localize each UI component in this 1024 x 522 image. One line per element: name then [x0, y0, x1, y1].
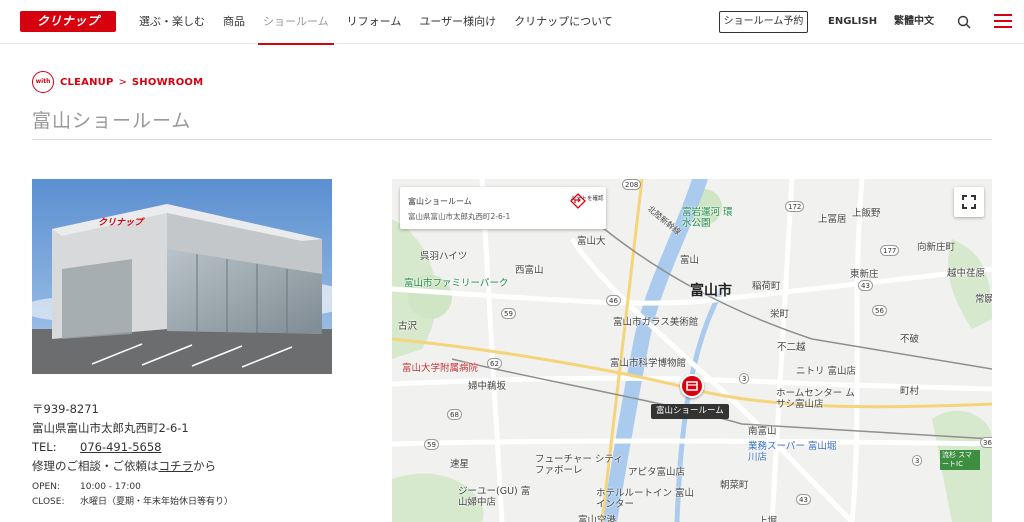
- open-value: 10:00 - 17:00: [80, 482, 141, 492]
- map-label-toyama-dai: 富山大: [577, 236, 606, 247]
- consult-suffix: から: [193, 459, 216, 473]
- map-label-univ-hospital: 富山大学附属病院: [402, 363, 479, 374]
- nav-item-choose[interactable]: 選ぶ・楽しむ: [130, 0, 214, 44]
- consult-text: 修理のご相談・ご依頼は: [32, 459, 159, 473]
- map-card-address: 富山県富山市太郎丸西町2-6-1: [408, 212, 511, 221]
- cleanup-logo[interactable]: クリナップ: [20, 11, 116, 32]
- map-label-science-museum: 富山市科学博物館: [610, 358, 687, 369]
- google-map[interactable]: 富山市 富山大 西富山 呉羽ハイツ 富山市ファミリーパーク 古沢 富山市ガラス美…: [392, 179, 992, 522]
- map-label-asanamachi: 朝菜町: [720, 480, 749, 491]
- open-label: OPEN:: [32, 482, 60, 492]
- map-label-etchu-ebara: 越中荏原: [947, 268, 986, 279]
- fullscreen-icon[interactable]: [954, 187, 984, 217]
- directions-icon: [570, 193, 586, 209]
- map-label-furusawa: 古沢: [398, 321, 418, 332]
- map-label-nishi-toyama: 西富山: [515, 265, 544, 276]
- map-label-apita: アピタ富山店: [628, 467, 686, 478]
- map-label-toyama-airport: 富山空港: [578, 515, 617, 522]
- breadcrumb: with CLEANUP > SHOWROOM: [32, 71, 203, 93]
- nav-item-reform[interactable]: リフォーム: [338, 0, 411, 44]
- with-badge-icon: with: [32, 71, 54, 93]
- map-label-sakaemachi: 栄町: [770, 309, 790, 320]
- map-label-higashi-shinjo: 東新庄: [850, 269, 879, 280]
- map-label-kami-tomii: 上冨居: [818, 214, 847, 225]
- tel-link[interactable]: 076-491-5658: [80, 440, 161, 454]
- map-label-fuchu-usaka: 婦中鵜坂: [468, 381, 507, 392]
- map-label-mukai-shinjo: 向新庄町: [917, 242, 956, 253]
- close-label: CLOSE:: [32, 497, 65, 507]
- map-label-machimura: 町村: [900, 386, 920, 397]
- svg-text:クリナップ: クリナップ: [98, 217, 145, 227]
- map-route-button[interactable]: ルートを確認: [570, 193, 604, 209]
- map-label-kansui-park: 富岩運河 環水公園: [682, 207, 733, 229]
- site-header: クリナップ 選ぶ・楽しむ 商品 ショールーム リフォーム ユーザー様向け クリナ…: [0, 0, 1024, 45]
- lang-traditional-chinese-link[interactable]: 繁體中文: [894, 0, 934, 44]
- map-label-home-center-musashi: ホームセンター ムサシ富山店: [776, 388, 855, 410]
- showroom-building-photo: クリナップ: [32, 179, 332, 374]
- map-label-kami-iino: 上飯野: [852, 208, 881, 219]
- map-label-joganji: 常願: [975, 294, 992, 305]
- map-label-kamihori: 上堀: [758, 516, 778, 522]
- showroom-info: 〒939-8271 富山県富山市太郎丸西町2-6-1 TEL: 076-491-5…: [32, 400, 362, 510]
- postal-code: 〒939-8271: [32, 402, 99, 416]
- map-label-glass-museum: 富山市ガラス美術館: [613, 317, 699, 328]
- map-label-hotel-route-inn: ホテルルートイン 富山インター: [596, 488, 695, 510]
- breadcrumb-cleanup[interactable]: CLEANUP: [60, 77, 114, 88]
- map-label-minami-toyama: 南富山: [748, 426, 777, 437]
- main-nav: 選ぶ・楽しむ 商品 ショールーム リフォーム ユーザー様向け クリナップについて: [130, 0, 622, 45]
- nav-item-users[interactable]: ユーザー様向け: [410, 0, 505, 44]
- opening-hours: OPEN: 10:00 - 17:00 CLOSE: 水曜日（夏期・年末年始休日等有…: [32, 480, 362, 510]
- page-title: 富山ショールーム: [32, 110, 192, 132]
- map-background: [392, 179, 992, 522]
- breadcrumb-separator: >: [118, 76, 127, 88]
- map-label-gu-store: ジーユー(GU) 富山婦中店: [458, 486, 531, 508]
- hamburger-menu-icon[interactable]: [994, 13, 1012, 29]
- map-label-kureha-heights: 呉羽ハイツ: [420, 251, 468, 262]
- lang-english-link[interactable]: ENGLISH: [828, 0, 877, 44]
- map-label-nitori: ニトリ 富山店: [796, 366, 857, 377]
- map-label-fujikoshi: 不二越: [777, 342, 806, 353]
- map-label-gyomu-super: 業務スーパー 富山堀川店: [748, 441, 837, 463]
- map-place-card: 富山ショールーム 富山県富山市太郎丸西町2-6-1 ルートを確認: [400, 187, 606, 229]
- map-label-family-park: 富山市ファミリーパーク: [404, 278, 509, 289]
- showroom-reserve-button[interactable]: ショールーム予約: [719, 11, 808, 33]
- nav-item-showroom[interactable]: ショールーム: [254, 0, 338, 45]
- map-label-toyama-city: 富山市: [690, 283, 732, 299]
- consult-row: 修理のご相談・ご依頼はコチラから: [32, 457, 362, 476]
- tel-label: TEL:: [32, 440, 57, 454]
- map-label-toyama-station: 富山: [680, 255, 700, 266]
- tel-row: TEL: 076-491-5658: [32, 438, 362, 457]
- address: 富山県富山市太郎丸西町2-6-1: [32, 421, 189, 435]
- nav-item-about[interactable]: クリナップについて: [505, 0, 622, 44]
- search-icon[interactable]: [957, 15, 971, 29]
- map-label-inarimachi: 稲荷町: [752, 281, 781, 292]
- map-label-nagare-smart-ic: 流杉 スマートIC: [940, 450, 980, 470]
- close-value: 水曜日（夏期・年末年始休日等有り）: [80, 497, 234, 507]
- map-label-future-city: フューチャー シティ ファボーレ: [535, 454, 623, 476]
- map-label-hayahoshi: 速星: [450, 459, 470, 470]
- breadcrumb-showroom[interactable]: SHOWROOM: [132, 77, 203, 88]
- map-card-name: 富山ショールーム: [408, 197, 472, 206]
- map-pin-label: 富山ショールーム: [651, 404, 729, 419]
- map-label-fuwa: 不破: [900, 334, 920, 345]
- title-divider: [32, 139, 992, 140]
- repair-here-link[interactable]: コチラ: [159, 459, 194, 473]
- nav-item-products[interactable]: 商品: [214, 0, 254, 44]
- showroom-map-pin-icon[interactable]: [680, 374, 704, 398]
